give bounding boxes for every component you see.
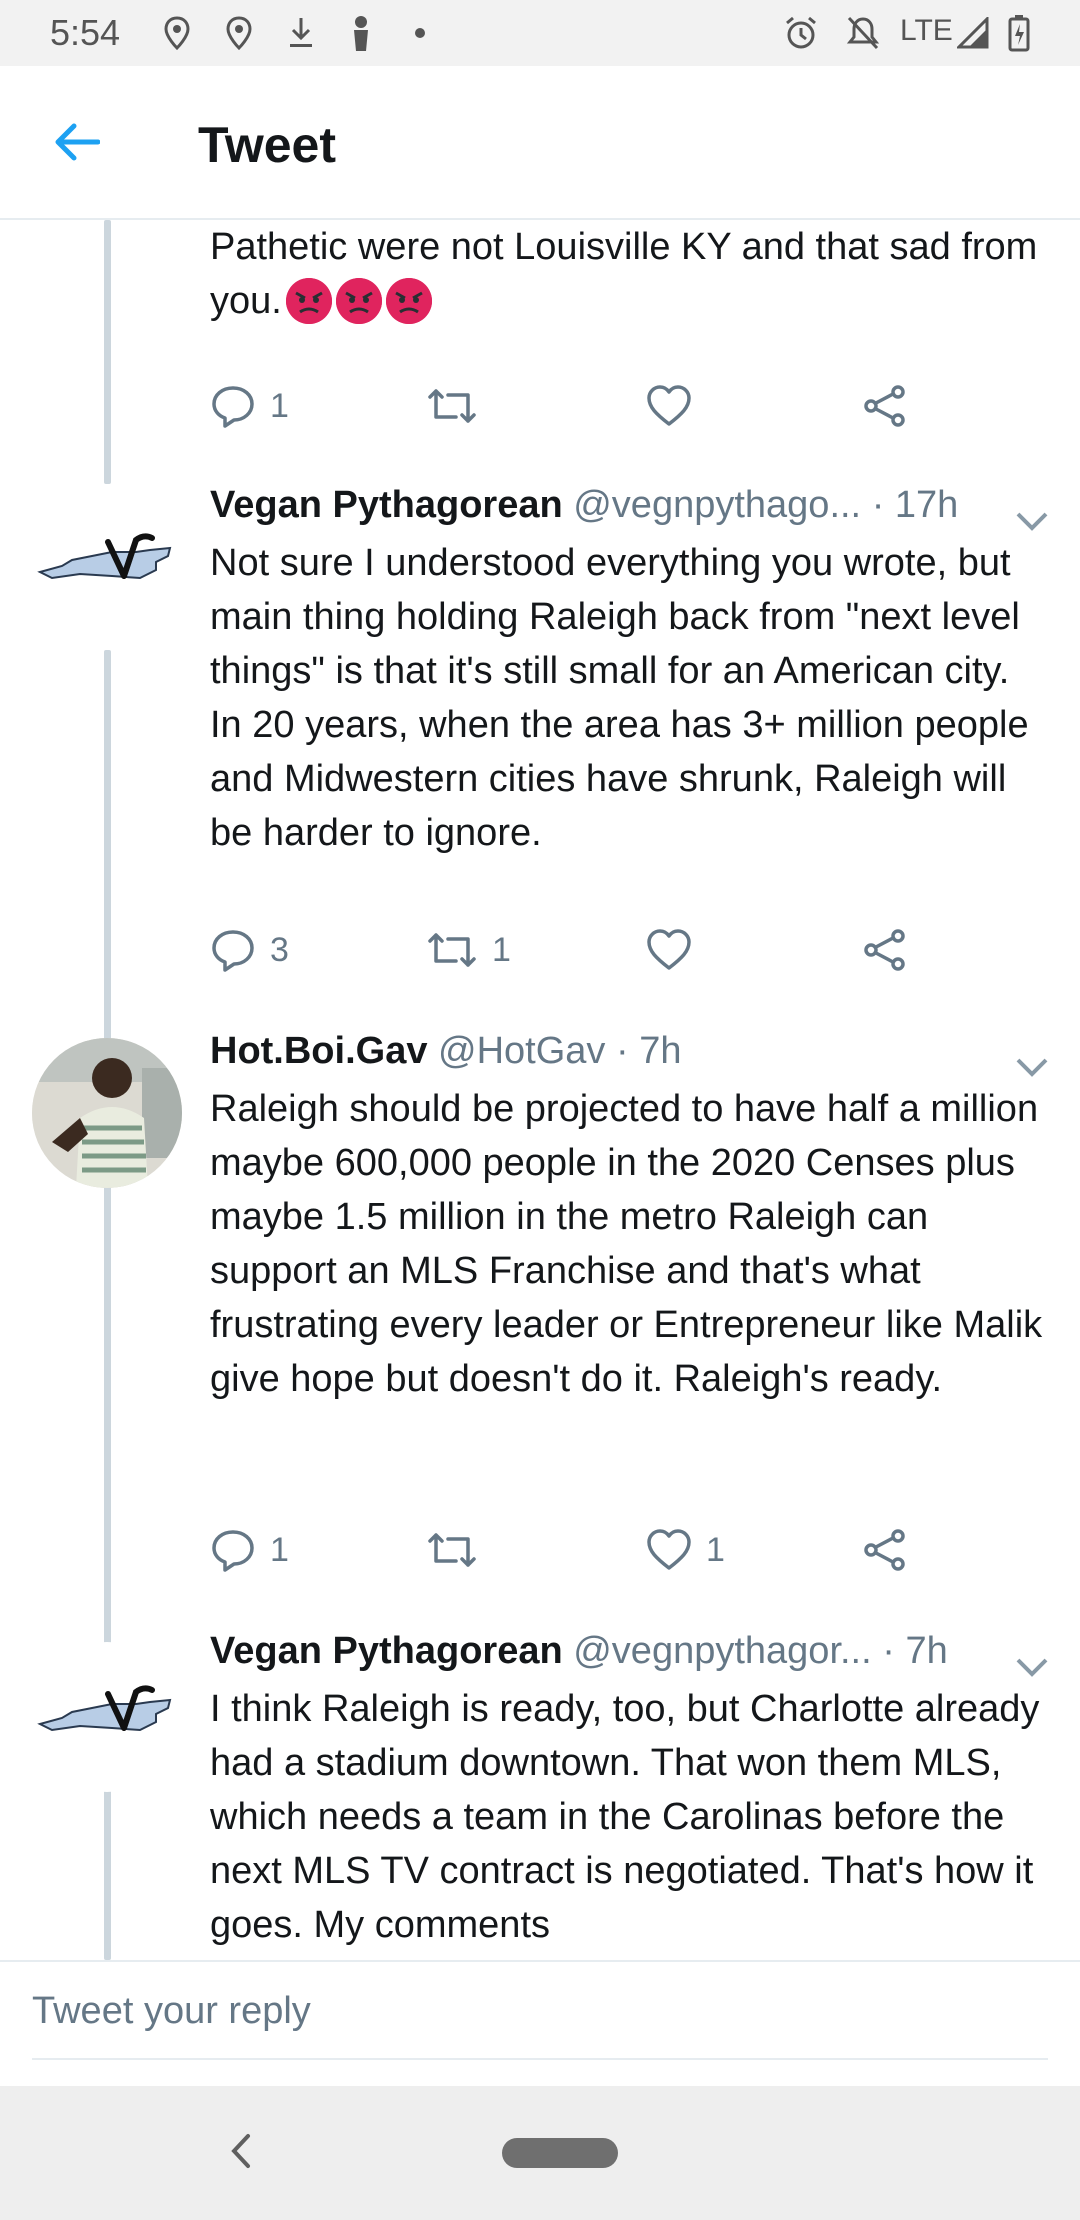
thread-line [104, 1794, 111, 1960]
like-button[interactable]: 1 [646, 1520, 725, 1580]
angry-face-emoji [385, 277, 432, 324]
retweet-button[interactable] [426, 1520, 492, 1580]
dot-icon [410, 14, 430, 52]
share-icon [864, 929, 905, 971]
share-icon [864, 385, 905, 427]
author-name[interactable]: Hot.Boi.Gav [210, 1030, 427, 1072]
avatar[interactable] [32, 1642, 182, 1792]
reply-input[interactable]: Tweet your reply [32, 1990, 1048, 2060]
author-handle[interactable]: @HotGav [438, 1030, 605, 1072]
angry-face-emoji [335, 277, 382, 324]
author-name[interactable]: Vegan Pythagorean [210, 484, 563, 526]
thread-line [104, 220, 111, 484]
tweet-text: Raleigh should be projected to have half… [210, 1088, 1043, 1400]
reply-icon [212, 386, 254, 428]
reply-icon [212, 930, 254, 972]
tweet-time: · 17h [871, 484, 959, 526]
alarm-icon [782, 14, 820, 52]
location-icon [160, 14, 194, 52]
battery-icon [1004, 14, 1034, 52]
author-handle[interactable]: @vegnpythagor... [573, 1630, 871, 1672]
tweet-time: · 7h [616, 1030, 682, 1072]
author-handle[interactable]: @vegnpythago... [573, 484, 861, 526]
retweet-count: 1 [492, 930, 511, 969]
back-arrow-icon[interactable] [40, 112, 112, 172]
tweet-text: Not sure I understood everything you wro… [210, 542, 1029, 854]
page-title: Tweet [198, 117, 336, 173]
reply-bar: Tweet your reply [0, 1960, 1080, 2086]
reply-button[interactable]: 3 [210, 920, 289, 980]
home-pill-icon[interactable] [502, 2138, 618, 2168]
retweet-button[interactable]: 1 [426, 920, 511, 980]
reply-button[interactable]: 1 [210, 376, 289, 436]
heart-icon [647, 929, 691, 970]
location-icon [222, 14, 256, 52]
retweet-icon [428, 389, 476, 423]
tweet-header: Vegan Pythagorean @vegnpythago... · 17h [210, 484, 958, 534]
tweet-text: Pathetic were not Louisville KY and that… [210, 226, 1038, 324]
reply-button[interactable]: 1 [210, 1520, 289, 1580]
tweet-header: Vegan Pythagorean @vegnpythagor... · 7h [210, 1630, 948, 1680]
like-count: 1 [706, 1530, 725, 1569]
reply-icon [212, 1530, 254, 1572]
retweet-icon [428, 933, 476, 967]
chevron-down-icon[interactable] [1012, 1052, 1052, 1082]
nav-back-icon[interactable] [220, 2126, 260, 2176]
author-name[interactable]: Vegan Pythagorean [210, 1630, 563, 1672]
angry-face-emoji [285, 277, 332, 324]
network-type: LTE [900, 14, 953, 47]
chevron-down-icon[interactable] [1012, 506, 1052, 536]
avatar[interactable] [32, 490, 182, 640]
notifications-off-icon [844, 14, 882, 52]
tweet-text: I think Raleigh is ready, too, but Charl… [210, 1688, 1040, 1946]
share-button[interactable] [862, 376, 908, 436]
retweet-icon [428, 1533, 476, 1567]
heart-icon [647, 1529, 691, 1570]
chevron-down-icon[interactable] [1012, 1652, 1052, 1682]
reply-count: 3 [270, 930, 289, 969]
share-icon [864, 1529, 905, 1571]
tweet-thread[interactable]: Pathetic were not Louisville KY and that… [0, 220, 1080, 1960]
avatar[interactable] [32, 1038, 182, 1188]
status-bar: 5:54 LTE [0, 0, 1080, 66]
app-header: Tweet [0, 66, 1080, 220]
tweet-time: · 7h [882, 1630, 948, 1672]
person-icon [346, 14, 376, 52]
share-button[interactable] [862, 920, 908, 980]
like-button[interactable] [646, 920, 706, 980]
status-time: 5:54 [50, 12, 121, 53]
share-button[interactable] [862, 1520, 908, 1580]
reply-count: 1 [270, 1530, 289, 1569]
like-button[interactable] [646, 376, 706, 436]
retweet-button[interactable] [426, 376, 492, 436]
system-nav-bar [0, 2086, 1080, 2220]
download-icon [284, 14, 318, 52]
tweet-header: Hot.Boi.Gav @HotGav · 7h [210, 1030, 681, 1080]
heart-icon [647, 385, 691, 426]
signal-icon [956, 14, 990, 52]
reply-count: 1 [270, 386, 289, 425]
